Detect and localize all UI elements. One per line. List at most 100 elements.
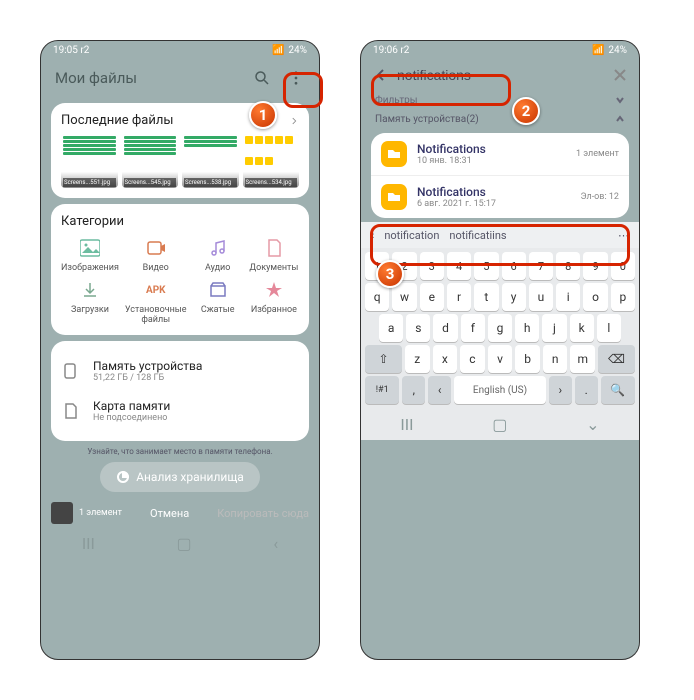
cancel-button[interactable]: Отмена [150, 507, 189, 520]
backspace-key[interactable]: ⌫ [598, 345, 635, 373]
chevron-right-icon[interactable] [289, 116, 299, 126]
key[interactable]: r [447, 283, 471, 311]
phone-left: 19:05 r2 📶24% Мои файлы Последние файлы … [40, 40, 320, 660]
copy-here-button[interactable]: Копировать сюда [217, 507, 309, 520]
filters-row[interactable]: Фильтры [361, 91, 639, 110]
key[interactable]: d [433, 314, 457, 342]
key[interactable]: e [420, 283, 444, 311]
key[interactable]: v [488, 345, 513, 373]
page-title: Мои файлы [55, 69, 137, 87]
nav-home-icon[interactable]: ▢ [177, 534, 192, 553]
key[interactable]: x [433, 345, 458, 373]
cat-fav[interactable]: Избранное [249, 279, 299, 325]
thumb[interactable]: Screens...545.jpg [122, 134, 179, 188]
key[interactable]: i [556, 283, 580, 311]
cat-audio[interactable]: Аудио [193, 237, 243, 273]
categories-title: Категории [61, 214, 299, 229]
cat-video[interactable]: Видео [125, 237, 187, 273]
key[interactable]: h [515, 314, 539, 342]
key[interactable]: m [570, 345, 595, 373]
cat-images[interactable]: Изображения [61, 237, 119, 273]
lang-prev-key[interactable]: ‹ [428, 376, 451, 404]
key[interactable]: a [379, 314, 403, 342]
key[interactable]: j [542, 314, 566, 342]
sd-card[interactable]: Карта памятиНе подсоединено [61, 391, 299, 431]
key[interactable]: 6 [502, 252, 526, 280]
key[interactable]: c [460, 345, 485, 373]
thumb[interactable]: Screens...551.jpg [61, 134, 118, 188]
space-key[interactable]: English (US) [454, 376, 546, 404]
suggestion-more-icon[interactable]: ⋯ [618, 229, 629, 242]
folder-icon [381, 141, 407, 167]
shift-key[interactable]: ⇧ [365, 345, 402, 373]
clear-icon[interactable] [613, 68, 627, 82]
suggestion[interactable]: notificatiins [449, 229, 506, 242]
cat-apk[interactable]: APKУстановочные файлы [125, 279, 187, 325]
status-time: 19:06 r2 [373, 45, 409, 56]
status-time: 19:05 r2 [53, 45, 89, 56]
nav-recents-icon[interactable]: III [400, 415, 413, 434]
symbols-key[interactable]: !#1 [365, 376, 399, 404]
thumb[interactable]: Screens...534.jpg [243, 134, 300, 188]
key[interactable]: z [405, 345, 430, 373]
phone-right: 19:06 r2 📶24% Фильтры Память устройства(… [360, 40, 640, 660]
key[interactable]: k [570, 314, 594, 342]
key[interactable]: t [474, 283, 498, 311]
status-bar: 19:06 r2 📶24% [361, 41, 639, 59]
step-badge-1: 1 [249, 101, 277, 129]
back-icon[interactable] [373, 67, 389, 83]
analyze-button[interactable]: Анализ хранилища [100, 462, 260, 492]
chevron-up-icon [615, 114, 625, 125]
nav-back-icon[interactable]: ‹ [273, 534, 278, 553]
section-header[interactable]: Память устройства(2) [361, 110, 639, 129]
search-input[interactable] [397, 67, 605, 83]
key[interactable]: u [529, 283, 553, 311]
key[interactable]: l [597, 314, 621, 342]
step-badge-2: 2 [512, 97, 540, 125]
key[interactable]: 5 [474, 252, 498, 280]
suggestion[interactable]: notification [384, 229, 439, 242]
step-badge-3: 3 [376, 260, 404, 288]
internal-storage[interactable]: Память устройства51,22 ГБ / 128 ГБ [61, 351, 299, 391]
key[interactable]: 8 [556, 252, 580, 280]
lang-next-key[interactable]: › [549, 376, 572, 404]
storage-hint: Узнайте, что занимает место в памяти тел… [41, 447, 319, 456]
status-bar: 19:05 r2 📶24% [41, 41, 319, 59]
nav-home-icon[interactable]: ▢ [492, 415, 507, 434]
result-row[interactable]: Notifications10 янв. 18:31 1 элемент [371, 133, 629, 175]
key[interactable]: p [611, 283, 635, 311]
suggestion-expand-icon[interactable]: ‹ [371, 229, 374, 242]
header: Мои файлы [41, 59, 319, 97]
key[interactable]: 3 [420, 252, 444, 280]
key[interactable]: s [406, 314, 430, 342]
key[interactable]: 0 [611, 252, 635, 280]
cat-archives[interactable]: Сжатые [193, 279, 243, 325]
key[interactable]: f [461, 314, 485, 342]
nav-recents-icon[interactable]: III [82, 534, 95, 553]
key[interactable]: g [488, 314, 512, 342]
cat-docs[interactable]: Документы [249, 237, 299, 273]
key[interactable]: 7 [529, 252, 553, 280]
key[interactable]: y [502, 283, 526, 311]
comma-key[interactable]: , [402, 376, 425, 404]
result-row[interactable]: Notifications6 авг. 2021 г. 15:17 Эл-ов:… [371, 175, 629, 218]
search-key[interactable]: 🔍 [601, 376, 635, 404]
search-icon[interactable] [253, 69, 271, 87]
period-key[interactable]: . [575, 376, 598, 404]
cat-downloads[interactable]: Загрузки [61, 279, 119, 325]
key[interactable]: o [583, 283, 607, 311]
nav-bar: III ▢ ‹ [41, 528, 319, 559]
key[interactable]: w [392, 283, 416, 311]
nav-back-icon[interactable]: ⌄ [586, 415, 599, 434]
recent-thumbs: Screens...551.jpg Screens...545.jpg Scre… [61, 134, 299, 188]
status-icons: 📶24% [272, 45, 307, 56]
key[interactable]: n [543, 345, 568, 373]
key[interactable]: b [515, 345, 540, 373]
keyboard-suggestions: ‹ notification notificatiins ⋯ [361, 222, 639, 248]
action-bar: 1 элемент Отмена Копировать сюда [41, 498, 319, 528]
key[interactable]: 4 [447, 252, 471, 280]
key[interactable]: 9 [583, 252, 607, 280]
phone-storage-icon [61, 362, 83, 380]
thumb[interactable]: Screens...538.jpg [182, 134, 239, 188]
more-icon[interactable] [287, 69, 305, 87]
